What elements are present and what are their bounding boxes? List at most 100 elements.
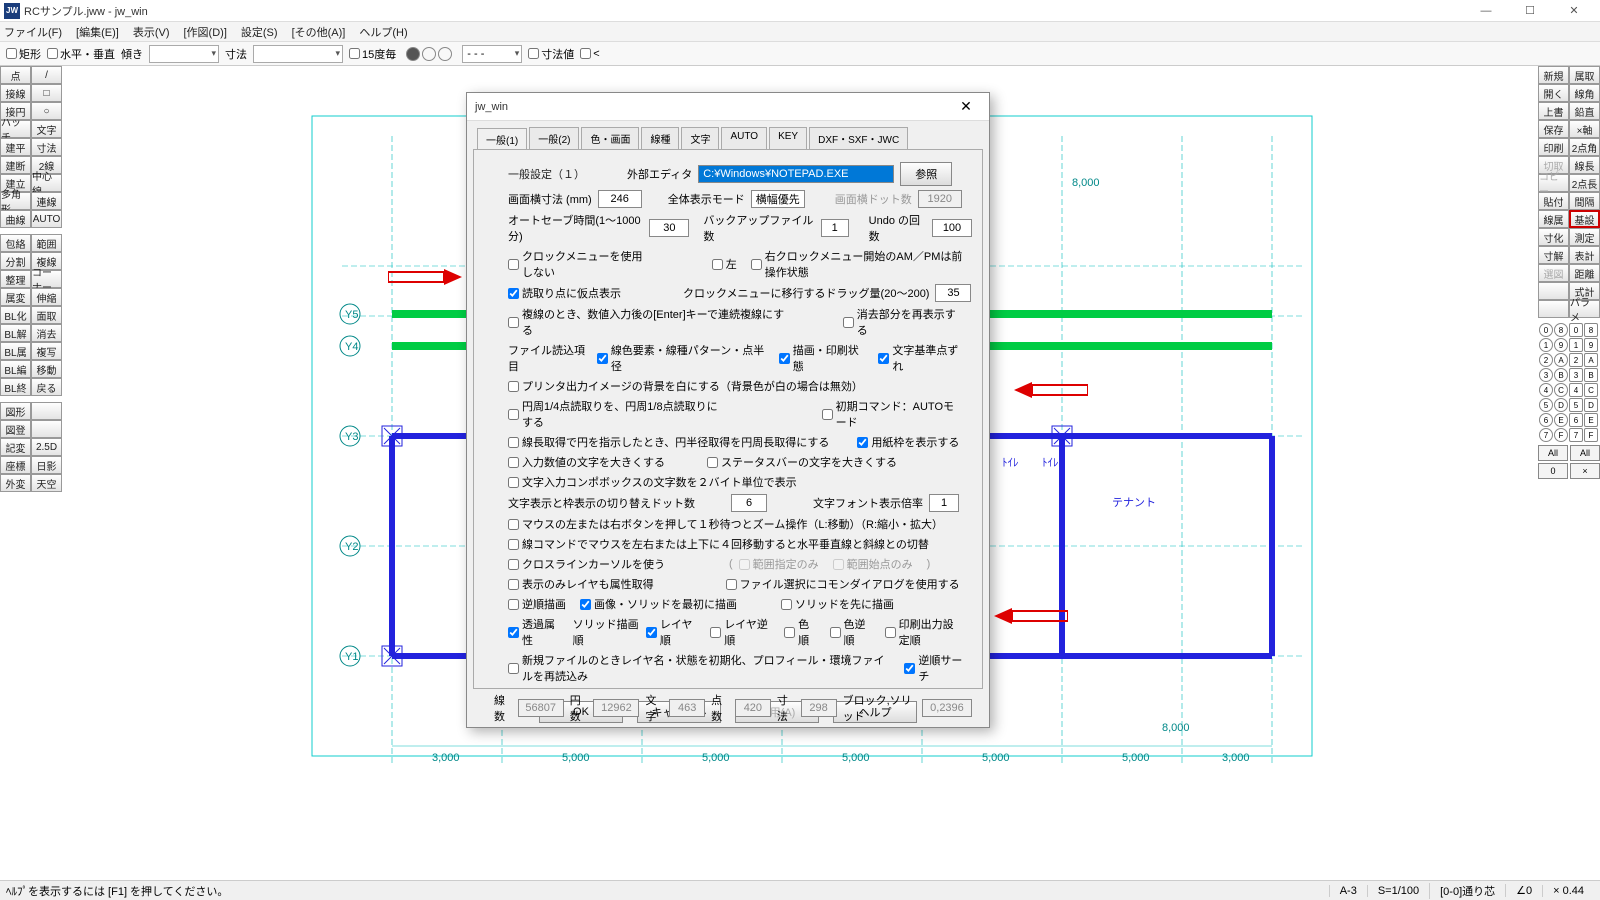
chk-right-clock[interactable]: 右クロックメニュー開始のAM／PMは前操作状態: [751, 248, 964, 280]
tool-文字[interactable]: 文字: [31, 120, 62, 138]
tool-[interactable]: [1538, 282, 1569, 300]
chk-input-big[interactable]: 入力数値の文字を大きくする: [508, 454, 665, 470]
chk-col-rev[interactable]: 色逆順: [830, 616, 871, 648]
opt-dimval[interactable]: 寸法値: [528, 46, 574, 62]
status-x[interactable]: × 0.44: [1542, 885, 1594, 897]
tab-text[interactable]: 文字: [681, 127, 719, 149]
tool-包絡[interactable]: 包絡: [0, 234, 31, 252]
opt-15deg[interactable]: 15度毎: [349, 46, 396, 62]
chk-char-base[interactable]: 文字基準点ずれ: [878, 342, 964, 374]
autosave-input[interactable]: [649, 219, 689, 237]
tab-dxf[interactable]: DXF・SXF・JWC: [809, 127, 908, 149]
undo-input[interactable]: [932, 219, 972, 237]
tool-[interactable]: [31, 402, 62, 420]
tool-図登[interactable]: 図登: [0, 420, 31, 438]
layer-A[interactable]: A: [1554, 353, 1568, 367]
layer-3[interactable]: 3: [1539, 368, 1553, 382]
layer-8[interactable]: 8: [1584, 323, 1598, 337]
tab-linetype[interactable]: 線種: [641, 127, 679, 149]
chk-solid-first[interactable]: ソリッドを先に描画: [781, 596, 894, 612]
tool-[interactable]: [31, 420, 62, 438]
chk-multi-enter[interactable]: 複線のとき、数値入力後の[Enter]キーで連続複線にする: [508, 306, 789, 338]
layer-7[interactable]: 7: [1539, 428, 1553, 442]
tool-寸法[interactable]: 寸法: [31, 138, 62, 156]
layer-C[interactable]: C: [1554, 383, 1568, 397]
chk-draw-print[interactable]: 描画・印刷状態: [779, 342, 865, 374]
tool-寸化[interactable]: 寸化: [1538, 228, 1569, 246]
tab-general1[interactable]: 一般(1): [477, 128, 527, 150]
layer-9[interactable]: 9: [1584, 338, 1598, 352]
tool-天空[interactable]: 天空: [31, 474, 62, 492]
chk-printer-bg[interactable]: プリンタ出力イメージの背景を白にする（背景色が白の場合は無効）: [508, 378, 863, 394]
tool-伸縮[interactable]: 伸縮: [31, 288, 62, 306]
chk-img-first[interactable]: 画像・ソリッドを最初に描画: [580, 596, 737, 612]
layer-0[interactable]: 0: [1539, 323, 1553, 337]
layer-F[interactable]: F: [1584, 428, 1598, 442]
tool-BL属[interactable]: BL属: [0, 342, 31, 360]
tool-BL解[interactable]: BL解: [0, 324, 31, 342]
font-mag-input[interactable]: [929, 494, 959, 512]
tool-複写[interactable]: 複写: [31, 342, 62, 360]
tool-測定[interactable]: 測定: [1569, 228, 1600, 246]
chk-layer-rev[interactable]: レイヤ逆順: [710, 616, 770, 648]
tool-×軸[interactable]: ×軸: [1569, 120, 1600, 138]
layer-E[interactable]: E: [1584, 413, 1598, 427]
layer-0[interactable]: 0: [1569, 323, 1583, 337]
opt-dash-dd[interactable]: - - -: [462, 45, 522, 63]
layer-all[interactable]: All: [1538, 445, 1568, 461]
chk-erase-re[interactable]: 消去部分を再表示する: [843, 306, 964, 338]
chk-line-elem[interactable]: 線色要素・線種パターン・点半径: [597, 342, 765, 374]
minimize-button[interactable]: —: [1464, 0, 1508, 22]
chk-combo2b[interactable]: 文字入力コンポボックスの文字数を２バイト単位で表示: [508, 474, 797, 490]
chk-clock-menu[interactable]: クロックメニューを使用しない: [508, 248, 648, 280]
chk-col-ord[interactable]: 色順: [784, 616, 815, 648]
layer-x[interactable]: ×: [1570, 463, 1600, 479]
chk-read-pt[interactable]: 読取り点に仮点表示: [508, 285, 621, 301]
layer-A[interactable]: A: [1584, 353, 1598, 367]
layer-5[interactable]: 5: [1569, 398, 1583, 412]
tool-BL終[interactable]: BL終: [0, 378, 31, 396]
chk-new-init[interactable]: 新規ファイルのときレイヤ名・状態を初期化、プロフィール・環境ファイルを再読込み: [508, 652, 890, 684]
chk-left[interactable]: 左: [712, 256, 737, 272]
tool-範囲[interactable]: 範囲: [31, 234, 62, 252]
tool-建平[interactable]: 建平: [0, 138, 31, 156]
tool-表計[interactable]: 表計: [1569, 246, 1600, 264]
layer-5[interactable]: 5: [1539, 398, 1553, 412]
tool-戻る[interactable]: 戻る: [31, 378, 62, 396]
tool-線属[interactable]: 線属: [1538, 210, 1569, 228]
layer-D[interactable]: D: [1554, 398, 1568, 412]
layer-8[interactable]: 8: [1554, 323, 1568, 337]
tab-general2[interactable]: 一般(2): [529, 127, 579, 149]
layer-all[interactable]: All: [1570, 445, 1600, 461]
opt-dim-dd[interactable]: [253, 45, 343, 63]
browse-button[interactable]: 参照: [900, 162, 952, 186]
tool-距離[interactable]: 距離: [1569, 264, 1600, 282]
tool-記変[interactable]: 記変: [0, 438, 31, 456]
tool-ハッチ[interactable]: ハッチ: [0, 120, 31, 138]
status-paper[interactable]: A-3: [1329, 885, 1367, 897]
tool-線長[interactable]: 線長: [1569, 156, 1600, 174]
chk-file-common[interactable]: ファイル選択にコモンダイアログを使用する: [726, 576, 960, 592]
layer-zero[interactable]: 0: [1538, 463, 1568, 479]
status-layer[interactable]: [0-0]通り芯: [1429, 883, 1505, 899]
status-scale[interactable]: S=1/100: [1367, 885, 1429, 897]
tool-コーナー[interactable]: コーナー: [31, 270, 62, 288]
chk-trans[interactable]: 透過属性: [508, 616, 559, 648]
layer-7[interactable]: 7: [1569, 428, 1583, 442]
layer-9[interactable]: 9: [1554, 338, 1568, 352]
chk-mouse-wait[interactable]: マウスの左または右ボタンを押して１秒待つとズーム操作（L:移動）（R:縮小・拡大…: [508, 516, 943, 532]
tool-2点長[interactable]: 2点長: [1569, 174, 1600, 192]
layer-6[interactable]: 6: [1569, 413, 1583, 427]
chk-layer-ord[interactable]: レイヤ順: [646, 616, 696, 648]
tool-図形[interactable]: 図形: [0, 402, 31, 420]
layer-B[interactable]: B: [1554, 368, 1568, 382]
tool-日影[interactable]: 日影: [31, 456, 62, 474]
layer-1[interactable]: 1: [1539, 338, 1553, 352]
chk-rev-draw[interactable]: 逆順描画: [508, 596, 566, 612]
menu-draw[interactable]: [作図(D)]: [184, 24, 227, 40]
screen-w-input[interactable]: [598, 190, 642, 208]
tool-多角形[interactable]: 多角形: [0, 192, 31, 210]
chk-status-big[interactable]: ステータスバーの文字を大きくする: [707, 454, 897, 470]
tool-基設[interactable]: 基設: [1569, 210, 1600, 228]
menu-file[interactable]: ファイル(F): [4, 24, 62, 40]
